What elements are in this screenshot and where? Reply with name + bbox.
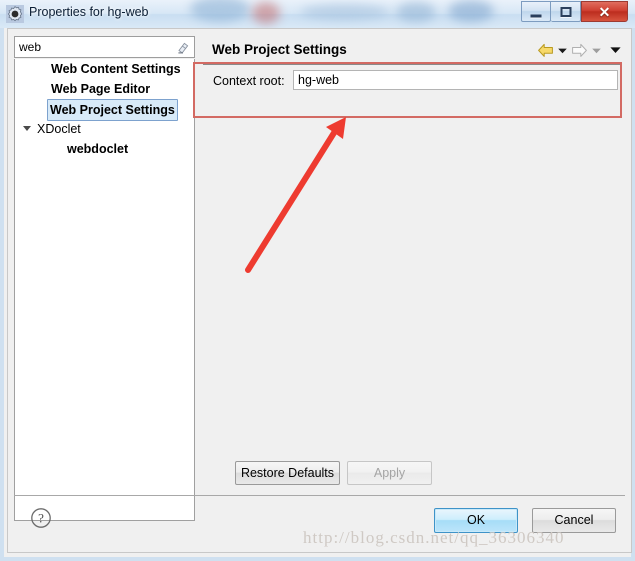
close-button[interactable]: ✕ — [581, 1, 628, 22]
context-root-input[interactable] — [298, 73, 608, 87]
maximize-icon — [560, 6, 571, 17]
glass-blur-artifact — [396, 2, 436, 22]
eraser-icon[interactable] — [176, 40, 190, 54]
filter-box[interactable] — [14, 36, 195, 58]
ok-button[interactable]: OK — [434, 508, 518, 533]
minimize-button[interactable] — [521, 1, 551, 22]
maximize-button[interactable] — [551, 1, 581, 22]
forward-arrow-icon — [572, 43, 587, 57]
glass-blur-artifact — [300, 4, 390, 20]
web-project-settings-form: Context root: — [203, 65, 622, 91]
view-menu-chevron-down-icon[interactable] — [609, 45, 622, 55]
tree-item-label: Web Content Settings — [51, 62, 181, 76]
tree-item-web-content-settings[interactable]: Web Content Settings — [15, 59, 194, 79]
title-bar: Properties for hg-web ✕ — [0, 0, 635, 29]
settings-tree[interactable]: Web Content Settings Web Page Editor Web… — [14, 59, 195, 521]
minimize-icon — [530, 14, 542, 17]
back-arrow-icon[interactable] — [537, 43, 554, 58]
page-title: Web Project Settings — [212, 42, 347, 57]
filter-input[interactable] — [19, 40, 169, 54]
page-navigation-controls — [537, 41, 622, 59]
close-icon: ✕ — [598, 3, 611, 20]
glass-blur-artifact — [190, 0, 250, 22]
svg-text:?: ? — [38, 511, 44, 526]
restore-defaults-button[interactable]: Restore Defaults — [235, 461, 340, 485]
tree-item-webdoclet[interactable]: webdoclet — [15, 139, 194, 159]
tree-item-label: Web Page Editor — [51, 82, 151, 96]
tree-item-label: webdoclet — [67, 142, 129, 156]
footer-divider — [14, 495, 625, 496]
tree-item-web-page-editor[interactable]: Web Page Editor — [15, 79, 194, 99]
back-menu-chevron-down-icon[interactable] — [557, 46, 568, 55]
cancel-button[interactable]: Cancel — [532, 508, 616, 533]
tree-item-xdoclet[interactable]: XDoclet — [15, 119, 194, 139]
window-title: Properties for hg-web — [29, 5, 149, 19]
forward-menu-chevron-down-icon — [592, 48, 601, 53]
glass-blur-artifact — [252, 2, 280, 24]
properties-dialog-window: Properties for hg-web ✕ web Web Content … — [0, 0, 635, 561]
help-question-icon[interactable]: ? — [30, 507, 52, 529]
context-root-label: Context root: — [213, 74, 285, 88]
tree-item-label: XDoclet — [37, 122, 81, 136]
tree-item-web-project-settings[interactable]: Web Project Settings — [15, 99, 194, 121]
glass-blur-artifact — [448, 0, 494, 22]
apply-button: Apply — [347, 461, 432, 485]
expand-triangle-icon[interactable] — [23, 126, 31, 131]
gear-icon — [6, 5, 24, 23]
dialog-content-frame: Web Content Settings Web Page Editor Web… — [7, 28, 632, 553]
dialog-body: Web Content Settings Web Page Editor Web… — [0, 28, 635, 561]
content-pane: Web Project Settings Context root: hg-we… — [199, 33, 629, 521]
tree-item-label: Web Project Settings — [47, 99, 178, 121]
context-root-field[interactable] — [293, 70, 618, 90]
